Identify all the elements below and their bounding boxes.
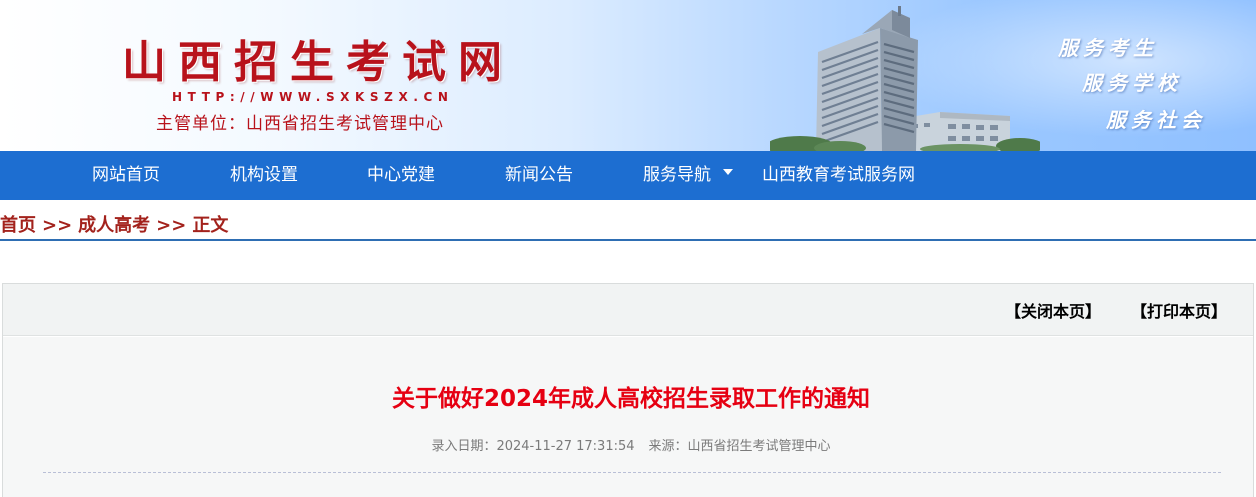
slogan-serve-examinees: 服务考生 <box>1058 36 1158 60</box>
close-page-button[interactable]: 【关闭本页】 <box>1005 284 1101 336</box>
site-url: HTTP://WWW.SXKSZX.CN <box>172 90 454 104</box>
entry-date: 2024-11-27 17:31:54 <box>496 439 635 454</box>
slogan-serve-society: 服务社会 <box>1106 108 1206 132</box>
slogan-serve-schools: 服务学校 <box>1082 71 1182 95</box>
nav-item-organization[interactable]: 机构设置 <box>230 151 298 200</box>
office-building-image <box>770 6 1040 151</box>
source-value: 山西省招生考试管理中心 <box>687 439 831 454</box>
article-divider <box>43 472 1221 473</box>
breadcrumb: 首页 >> 成人高考 >> 正文 <box>0 214 1256 241</box>
site-banner: 山西招生考试网 HTTP://WWW.SXKSZX.CN 主管单位：山西省招生考… <box>0 0 1256 151</box>
main-navigation: 网站首页 机构设置 中心党建 新闻公告 服务导航 山西教育考试服务网 <box>0 151 1256 200</box>
nav-item-service-label: 服务导航 <box>643 165 711 185</box>
nav-item-service-navigation[interactable]: 服务导航 <box>643 151 733 200</box>
article-meta: 录入日期：2024-11-27 17:31:54 来源：山西省招生考试管理中心 <box>3 435 1256 454</box>
nav-item-home[interactable]: 网站首页 <box>92 151 160 200</box>
article-body: 关于做好2024年成人高校招生录取工作的通知 录入日期：2024-11-27 1… <box>3 337 1253 497</box>
breadcrumb-separator: >> <box>42 215 73 236</box>
entry-date-label: 录入日期： <box>431 439 497 454</box>
article-container: 【关闭本页】 【打印本页】 关于做好2024年成人高校招生录取工作的通知 录入日… <box>2 283 1254 497</box>
article-toolbar: 【关闭本页】 【打印本页】 <box>3 284 1253 336</box>
breadcrumb-current: 正文 <box>192 215 229 236</box>
source-label: 来源： <box>648 439 688 454</box>
breadcrumb-separator: >> <box>156 215 187 236</box>
article-title: 关于做好2024年成人高校招生录取工作的通知 <box>391 386 870 412</box>
breadcrumb-adult-exam[interactable]: 成人高考 <box>78 214 150 238</box>
print-page-button[interactable]: 【打印本页】 <box>1131 284 1227 336</box>
site-title: 山西招生考试网 <box>122 37 514 88</box>
breadcrumb-home[interactable]: 首页 <box>0 214 36 238</box>
site-organizer: 主管单位：山西省招生考试管理中心 <box>156 114 444 134</box>
chevron-down-icon <box>723 169 733 175</box>
nav-item-party-building[interactable]: 中心党建 <box>367 151 435 200</box>
nav-item-news[interactable]: 新闻公告 <box>505 151 573 200</box>
nav-item-exam-service-site[interactable]: 山西教育考试服务网 <box>762 151 915 200</box>
